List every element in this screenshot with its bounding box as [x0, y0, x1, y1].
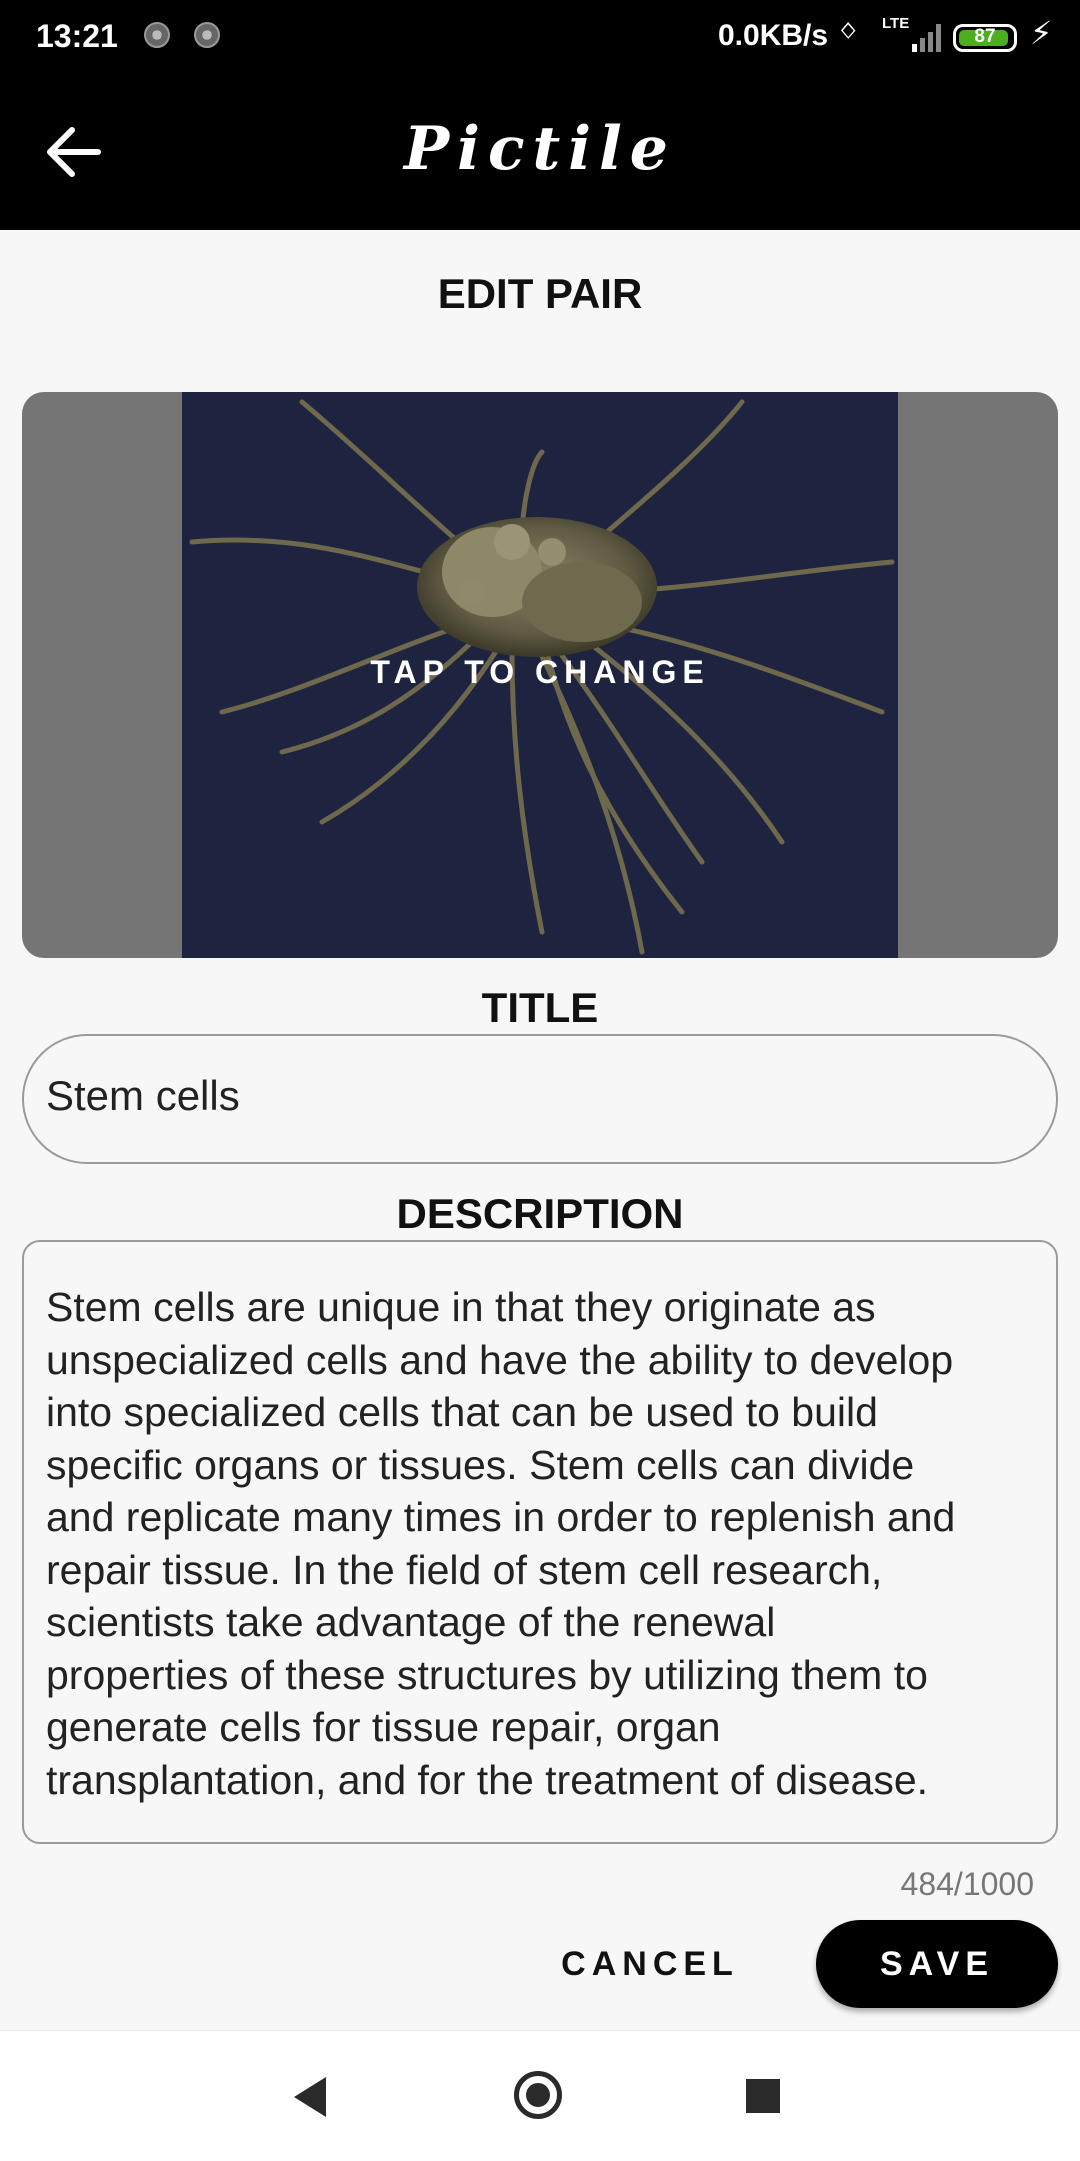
battery-icon: 87 — [953, 24, 1017, 52]
signal-icon — [912, 20, 942, 52]
network-speed: 0.0KB/s — [718, 19, 829, 52]
title-input[interactable]: Stem cells — [22, 1034, 1058, 1164]
nav-home-icon[interactable] — [514, 2071, 562, 2119]
tap-to-change-label: TAP TO CHANGE — [370, 654, 710, 690]
description-input[interactable]: Stem cells are unique in that they origi… — [22, 1240, 1058, 1844]
status-time: 13:21 — [36, 18, 118, 54]
notification-icon — [144, 22, 170, 48]
nav-back-icon[interactable] — [294, 2077, 326, 2117]
page-title: EDIT PAIR — [437, 270, 643, 317]
bluetooth-icon: ᛜ — [838, 14, 859, 52]
save-button[interactable]: SAVE — [816, 1920, 1058, 2008]
nav-recents-icon[interactable] — [746, 2079, 780, 2113]
battery-level: 87 — [974, 26, 996, 47]
lte-label: LTE — [882, 15, 910, 32]
app-bar: Pictile — [0, 76, 1080, 230]
charging-icon: ⚡ — [1030, 15, 1053, 51]
notification-icon — [194, 22, 220, 48]
system-nav-bar — [0, 2030, 1080, 2161]
status-bar: 13:21 0.0KB/s ᛜ LTE 87 ⚡ — [0, 0, 1080, 76]
character-counter: 484/1000 — [900, 1866, 1034, 1902]
cancel-button[interactable]: CANCEL — [540, 1920, 760, 2008]
image-picker[interactable]: TAP TO CHANGE — [22, 392, 1058, 958]
app-title: Pictile — [404, 114, 676, 184]
title-label: TITLE — [481, 984, 599, 1031]
description-label: DESCRIPTION — [396, 1190, 684, 1237]
